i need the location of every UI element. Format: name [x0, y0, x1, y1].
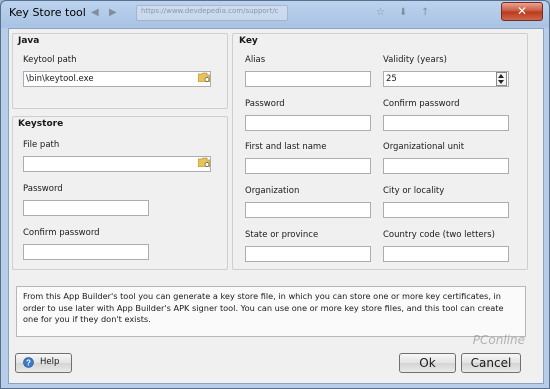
validity-input[interactable]: 25 — [383, 71, 509, 87]
close-icon: ✕ — [516, 4, 528, 18]
background-pin-icon: ↑ — [421, 7, 430, 18]
keytool-path-label: Keytool path — [23, 55, 77, 65]
dialog-body: Java Keytool path \bin\keytool.exe Keyst… — [8, 28, 544, 384]
title-bar[interactable]: Key Store tool https://www.devdepedia.co… — [1, 1, 549, 25]
keystore-confirm-password-label: Confirm password — [23, 228, 100, 238]
country-label: Country code (two letters) — [383, 230, 495, 240]
java-heading: Java — [18, 36, 40, 46]
spin-down-icon[interactable] — [498, 80, 504, 84]
background-forward-icon: ▶ — [109, 7, 117, 18]
org-unit-label: Organizational unit — [383, 142, 465, 152]
spin-up-icon[interactable] — [498, 74, 504, 78]
key-store-tool-window: Key Store tool https://www.devdepedia.co… — [0, 0, 550, 389]
keystore-group: Keystore File path Password Confirm pass… — [12, 116, 228, 270]
first-last-name-input[interactable] — [245, 158, 371, 174]
country-input[interactable] — [383, 246, 509, 262]
city-label: City or locality — [383, 186, 445, 196]
key-group: Key Alias Validity (years) 25 Password C… — [232, 33, 528, 270]
file-path-label: File path — [23, 140, 60, 150]
window-title: Key Store tool — [9, 6, 86, 19]
keystore-password-label: Password — [23, 184, 63, 194]
state-input[interactable] — [245, 246, 371, 262]
organization-input[interactable] — [245, 202, 371, 218]
org-unit-input[interactable] — [383, 158, 509, 174]
background-download-icon: ⬇ — [399, 7, 408, 18]
state-label: State or province — [245, 230, 319, 240]
background-star-icon: ☆ — [376, 7, 385, 18]
watermark-logo: PConline — [472, 333, 525, 347]
keystore-heading: Keystore — [18, 119, 64, 129]
svg-text:?: ? — [26, 359, 31, 368]
browse-folder-icon[interactable] — [198, 157, 210, 167]
alias-input[interactable] — [245, 71, 371, 87]
background-back-icon: ◀ — [91, 7, 99, 18]
cancel-label: Cancel — [470, 356, 512, 370]
help-button[interactable]: ? Help — [15, 353, 72, 373]
key-password-label: Password — [245, 99, 285, 109]
browse-folder-icon[interactable] — [198, 72, 210, 82]
help-icon: ? — [23, 357, 34, 368]
background-browser-toolbar: https://www.devdepedia.com/support/c ◀ ▶… — [81, 5, 451, 21]
info-text: From this App Builder's tool you can gen… — [16, 286, 526, 337]
keystore-password-input[interactable] — [23, 200, 149, 216]
background-url: https://www.devdepedia.com/support/c — [141, 7, 279, 15]
organization-label: Organization — [245, 186, 300, 196]
ok-label: Ok — [419, 356, 436, 370]
key-password-input[interactable] — [245, 115, 371, 131]
validity-spinner[interactable] — [496, 72, 507, 86]
keystore-confirm-password-input[interactable] — [23, 244, 149, 260]
key-confirm-password-label: Confirm password — [383, 99, 460, 109]
file-path-input[interactable] — [23, 156, 211, 172]
key-heading: Key — [239, 36, 258, 46]
keytool-path-input[interactable]: \bin\keytool.exe — [23, 71, 211, 87]
cancel-button[interactable]: Cancel — [461, 353, 521, 373]
help-label: Help — [40, 357, 60, 367]
city-input[interactable] — [383, 202, 509, 218]
validity-label: Validity (years) — [383, 55, 447, 65]
first-last-name-label: First and last name — [245, 142, 327, 152]
java-group: Java Keytool path \bin\keytool.exe — [12, 33, 228, 109]
alias-label: Alias — [245, 55, 266, 65]
ok-button[interactable]: Ok — [399, 353, 456, 373]
key-confirm-password-input[interactable] — [383, 115, 509, 131]
close-button[interactable]: ✕ — [501, 2, 543, 21]
